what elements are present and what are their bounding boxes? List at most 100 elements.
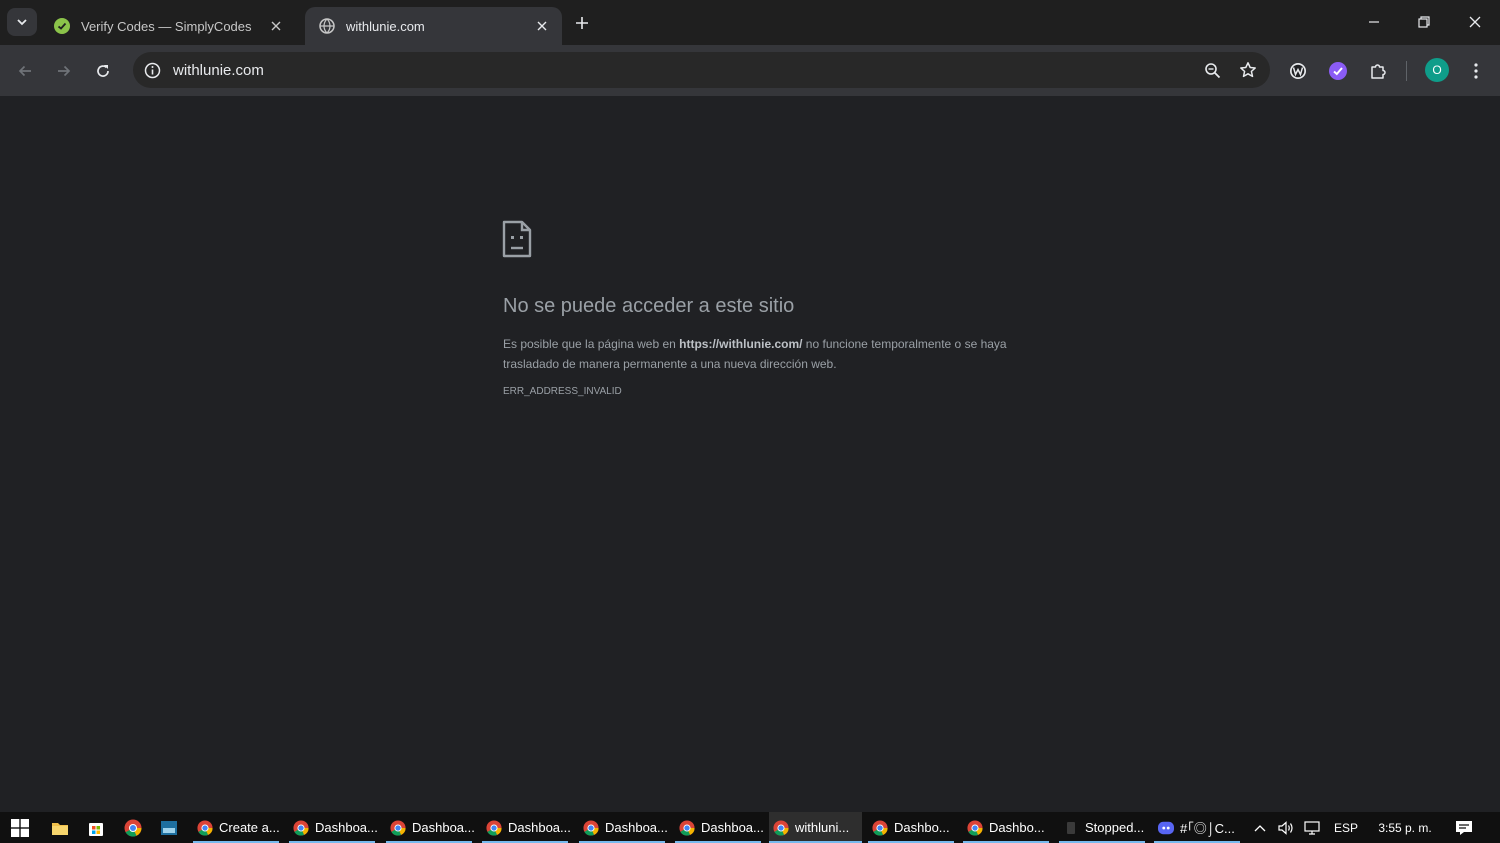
volume-icon	[1278, 820, 1293, 835]
start-button[interactable]	[8, 816, 32, 840]
app-pinned-button[interactable]	[157, 816, 181, 840]
page-content: No se puede acceder a este sitio Es posi…	[0, 96, 1500, 812]
chrome-icon	[197, 819, 213, 836]
profile-avatar[interactable]: O	[1425, 58, 1449, 82]
extensions-button[interactable]	[1364, 57, 1392, 85]
extension-w-button[interactable]	[1284, 57, 1312, 85]
tab-withlunie[interactable]: withlunie.com	[305, 7, 562, 45]
chrome-icon	[293, 819, 309, 836]
chrome-icon	[967, 819, 983, 836]
close-icon	[1469, 16, 1481, 28]
new-tab-button[interactable]	[570, 11, 594, 35]
close-window-button[interactable]	[1460, 7, 1490, 37]
taskbar-app-stopped[interactable]: Stopped...	[1059, 812, 1145, 843]
chrome-icon	[773, 819, 789, 836]
store-button[interactable]	[84, 816, 108, 840]
volume-button[interactable]	[1276, 812, 1296, 843]
tab-verify-codes[interactable]: Verify Codes — SimplyCodes	[40, 7, 296, 45]
extension-simplycodes-button[interactable]	[1324, 57, 1352, 85]
tab-title: withlunie.com	[346, 18, 425, 34]
language-indicator[interactable]: ESP	[1330, 812, 1362, 843]
taskbar-app-chrome[interactable]: Dashboa...	[579, 812, 668, 843]
taskbar-app-label: Dashbo...	[894, 820, 950, 835]
error-description-text: Es posible que la página web en	[503, 337, 680, 351]
error-code: ERR_ADDRESS_INVALID	[503, 386, 622, 397]
discord-icon	[1158, 821, 1174, 834]
taskbar-app-chrome[interactable]: Dashboa...	[482, 812, 571, 843]
taskbar-app-chrome[interactable]: Dashboa...	[289, 812, 378, 843]
menu-button[interactable]	[1462, 57, 1490, 85]
back-button[interactable]	[11, 57, 39, 85]
taskbar-app-chrome[interactable]: Dashboa...	[675, 812, 764, 843]
taskbar-app-label: Dashbo...	[989, 820, 1045, 835]
reload-icon	[97, 65, 109, 77]
forward-button[interactable]	[50, 57, 78, 85]
chevron-down-icon	[17, 19, 27, 26]
plus-icon	[576, 17, 588, 29]
notifications-button[interactable]	[1452, 812, 1476, 843]
toolbar-separator	[1406, 61, 1407, 81]
notification-icon	[1456, 820, 1472, 835]
minimize-button[interactable]	[1359, 7, 1389, 37]
taskbar-app-discord[interactable]: #｢◎︎⌡C...	[1154, 812, 1240, 843]
file-explorer-button[interactable]	[48, 816, 72, 840]
simplycodes-icon	[54, 18, 70, 34]
tab-title: Verify Codes — SimplyCodes	[81, 18, 252, 34]
taskbar-app-label: Dashboa...	[315, 820, 378, 835]
kebab-menu-icon	[1474, 63, 1478, 79]
taskbar-app-label: Dashboa...	[605, 820, 668, 835]
toolbar: withlunie.com O	[0, 45, 1500, 96]
tab-search-button[interactable]	[7, 8, 37, 36]
taskbar-app-chrome[interactable]: Dashboa...	[386, 812, 475, 843]
chrome-icon	[679, 819, 695, 836]
star-icon	[1240, 62, 1256, 78]
restore-button[interactable]	[1409, 7, 1439, 37]
taskbar-app-chrome[interactable]: Dashbo...	[868, 812, 954, 843]
clock[interactable]: 3:55 p. m.	[1368, 812, 1442, 843]
chrome-icon	[872, 819, 888, 836]
chrome-icon	[124, 819, 142, 837]
chrome-icon	[486, 819, 502, 836]
close-icon[interactable]	[266, 16, 286, 36]
zoom-icon	[1204, 62, 1220, 78]
network-button[interactable]	[1302, 812, 1324, 843]
windows-icon	[11, 819, 29, 837]
taskbar-app-label: Dashboa...	[508, 820, 571, 835]
chrome-pinned-button[interactable]	[121, 816, 145, 840]
taskbar: Create a... Dashboa... Dashboa... Dashbo…	[0, 812, 1500, 843]
reload-button[interactable]	[89, 57, 117, 85]
monitor-app-icon	[161, 821, 177, 835]
taskbar-app-label: Dashboa...	[412, 820, 475, 835]
taskbar-app-label: Dashboa...	[701, 820, 764, 835]
chevron-up-icon	[1254, 824, 1266, 831]
app-icon	[1067, 821, 1075, 834]
restore-icon	[1418, 16, 1430, 28]
address-bar[interactable]: withlunie.com	[133, 52, 1270, 88]
taskbar-app-chrome[interactable]: Dashbo...	[963, 812, 1049, 843]
puzzle-icon	[1371, 64, 1386, 79]
network-icon	[1304, 820, 1320, 835]
simplycodes-extension-icon	[1329, 62, 1347, 80]
folder-icon	[52, 823, 68, 835]
globe-icon	[319, 18, 335, 34]
taskbar-app-label: Stopped...	[1085, 820, 1145, 835]
bookmark-button[interactable]	[1234, 56, 1262, 84]
taskbar-app-label: #｢◎︎⌡C...	[1180, 821, 1235, 836]
taskbar-app-chrome[interactable]: Create a...	[193, 812, 280, 843]
close-icon[interactable]	[532, 16, 552, 36]
taskbar-app-chrome-active[interactable]: withluni...	[769, 812, 862, 843]
info-icon[interactable]	[143, 61, 161, 79]
tray-overflow-button[interactable]	[1250, 812, 1270, 843]
w-logo-icon	[1290, 63, 1306, 79]
tab-strip: Verify Codes — SimplyCodes withlunie.com	[0, 0, 1500, 45]
minimize-icon	[1369, 21, 1379, 23]
arrow-left-icon	[18, 65, 31, 77]
chrome-icon	[390, 819, 406, 836]
error-url: https://withlunie.com/	[679, 337, 803, 351]
error-title: No se puede acceder a este sitio	[503, 295, 795, 317]
arrow-right-icon	[58, 65, 71, 77]
taskbar-app-label: Create a...	[219, 820, 280, 835]
url-text[interactable]: withlunie.com	[173, 62, 1198, 79]
store-icon	[89, 823, 103, 836]
zoom-button[interactable]	[1198, 56, 1226, 84]
